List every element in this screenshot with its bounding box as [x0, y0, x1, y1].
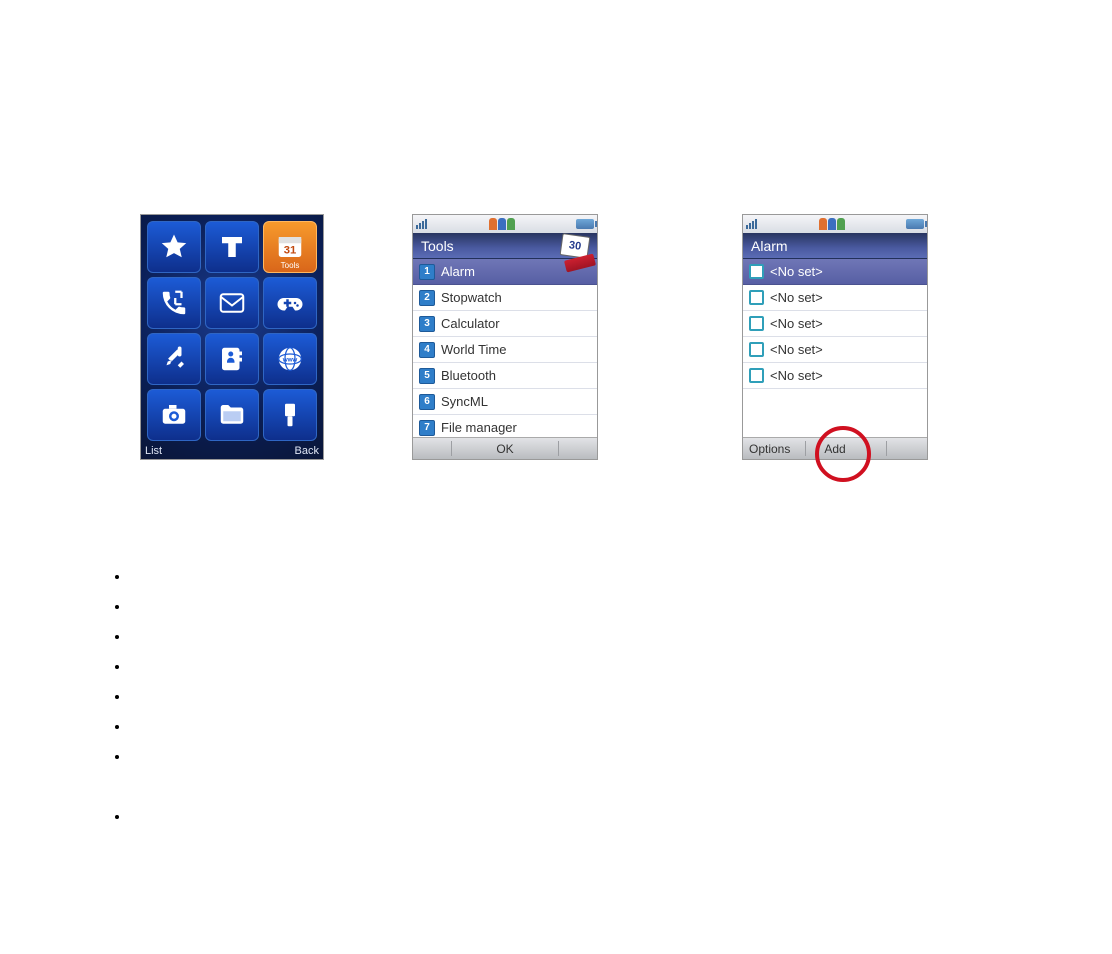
status-bar [743, 215, 927, 233]
item-label: File manager [441, 420, 517, 435]
phone-tools-menu: Tools 30 1 Alarm 2 Stopwatch 3 Calculato… [412, 214, 598, 460]
checkbox-icon[interactable] [749, 342, 764, 357]
alarm-label: <No set> [770, 264, 823, 279]
alarm-slot-5[interactable]: <No set> [743, 363, 927, 389]
alarm-label: <No set> [770, 342, 823, 357]
item-number-icon: 3 [419, 316, 435, 332]
checkbox-icon[interactable] [749, 264, 764, 279]
settings-tools-icon[interactable] [147, 333, 201, 385]
checkbox-icon[interactable] [749, 368, 764, 383]
item-number-icon: 4 [419, 342, 435, 358]
checkbox-icon[interactable] [749, 290, 764, 305]
camera-icon[interactable] [147, 389, 201, 441]
tools-list: 1 Alarm 2 Stopwatch 3 Calculator 4 World… [413, 259, 597, 437]
file-manager-folder-icon[interactable] [205, 389, 259, 441]
tool-item-world-time[interactable]: 4 World Time [413, 337, 597, 363]
messaging-envelope-icon[interactable] [205, 277, 259, 329]
favorites-star-icon[interactable] [147, 221, 201, 273]
softkey-ok[interactable]: OK [496, 442, 513, 456]
softkey-bar: OK [413, 437, 597, 459]
item-label: World Time [441, 342, 507, 357]
softkey-back[interactable]: Back [295, 445, 319, 457]
calendar-deco-icon: 30 [557, 235, 593, 265]
page-title: Tools [421, 238, 454, 254]
phone1-softkeys: List Back [145, 445, 319, 457]
presence-icon [819, 218, 845, 230]
checkbox-icon[interactable] [749, 316, 764, 331]
tool-item-bluetooth[interactable]: 5 Bluetooth [413, 363, 597, 389]
themes-brush-icon[interactable] [263, 389, 317, 441]
signal-icon [416, 219, 427, 229]
call-log-icon[interactable] [147, 277, 201, 329]
item-label: Calculator [441, 316, 500, 331]
browser-www-icon[interactable]: www [263, 333, 317, 385]
calendar-tools-icon[interactable]: 31 Tools [263, 221, 317, 273]
alarm-slot-4[interactable]: <No set> [743, 337, 927, 363]
tool-item-syncml[interactable]: 6 SyncML [413, 389, 597, 415]
item-label: Stopwatch [441, 290, 502, 305]
signal-icon [746, 219, 757, 229]
menu-grid: 31 Tools www [147, 221, 317, 441]
presence-icon [489, 218, 515, 230]
page-title: Alarm [751, 238, 788, 254]
battery-icon [576, 219, 594, 229]
item-number-icon: 6 [419, 394, 435, 410]
games-controller-icon[interactable] [263, 277, 317, 329]
item-label: SyncML [441, 394, 488, 409]
battery-icon [906, 219, 924, 229]
svg-text:www: www [282, 357, 298, 364]
softkey-bar: Options Add [743, 437, 927, 459]
item-label: Alarm [441, 264, 475, 279]
item-number-icon: 5 [419, 368, 435, 384]
contacts-phonebook-icon[interactable] [205, 333, 259, 385]
item-label: Bluetooth [441, 368, 496, 383]
alarm-slot-1[interactable]: <No set> [743, 259, 927, 285]
alarm-label: <No set> [770, 316, 823, 331]
softkey-add[interactable]: Add [824, 442, 845, 456]
carrier-t-icon[interactable] [205, 221, 259, 273]
status-bar [413, 215, 597, 233]
alarm-list: <No set> <No set> <No set> <No set> <No … [743, 259, 927, 437]
calendar-caption: Tools [264, 261, 316, 270]
alarm-label: <No set> [770, 368, 823, 383]
item-number-icon: 1 [419, 264, 435, 280]
tool-item-calculator[interactable]: 3 Calculator [413, 311, 597, 337]
phone-main-menu: 31 Tools www [140, 214, 324, 460]
item-number-icon: 7 [419, 420, 435, 436]
alarm-label: <No set> [770, 290, 823, 305]
softkey-list[interactable]: List [145, 445, 162, 457]
softkey-options[interactable]: Options [743, 438, 796, 459]
alarm-slot-2[interactable]: <No set> [743, 285, 927, 311]
alarm-slot-3[interactable]: <No set> [743, 311, 927, 337]
title-bar: Tools 30 [413, 233, 597, 259]
tool-item-file-manager[interactable]: 7 File manager [413, 415, 597, 437]
calendar-day: 31 [284, 244, 297, 256]
instruction-bullets [112, 568, 130, 838]
item-number-icon: 2 [419, 290, 435, 306]
phone-alarm-list: Alarm <No set> <No set> <No set> <No set… [742, 214, 928, 460]
title-bar: Alarm [743, 233, 927, 259]
phone-screenshots-row: 31 Tools www [140, 214, 928, 460]
tool-item-stopwatch[interactable]: 2 Stopwatch [413, 285, 597, 311]
